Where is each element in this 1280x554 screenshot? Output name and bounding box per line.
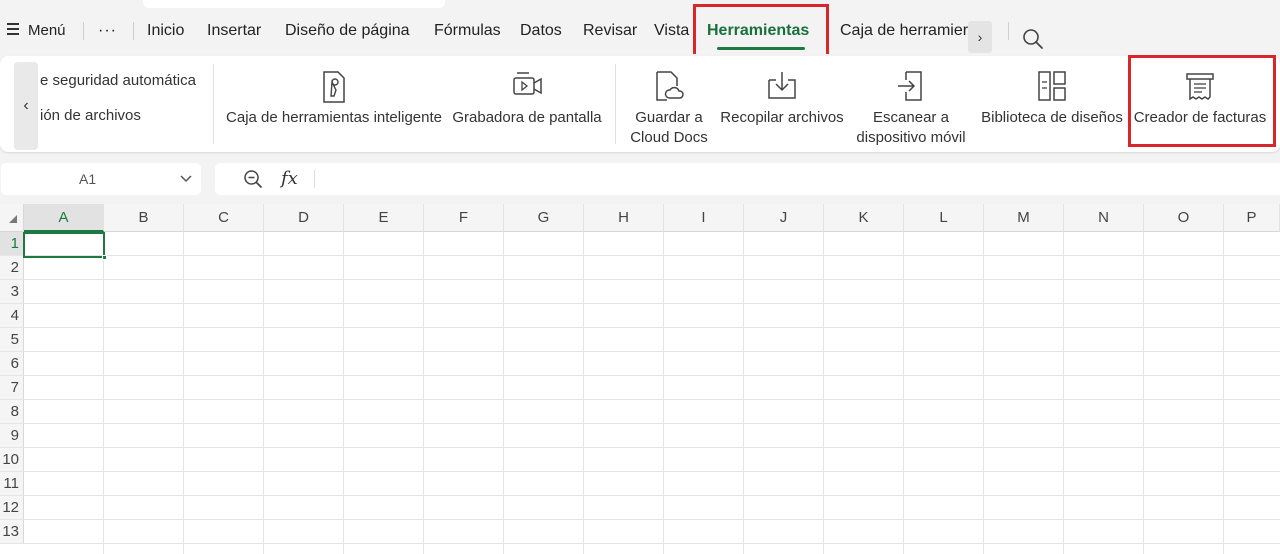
row-header-7[interactable]: 7 [0,376,24,400]
screen-recorder-button[interactable]: Grabadora de pantalla [448,56,606,152]
tab-caja-de-herramientas[interactable]: Caja de herramier [840,8,968,54]
window-tab-strip [0,0,1280,8]
select-all-triangle-icon [9,215,17,223]
column-header-e[interactable]: E [344,204,424,232]
auto-backup-item[interactable]: e seguridad automática [40,72,196,89]
menu-separator [83,22,84,40]
ribbon-scroll-left-button[interactable]: ‹ [14,62,38,150]
herramientas-highlight-box [693,4,829,61]
column-header-h[interactable]: H [584,204,664,232]
row-header-10[interactable]: 10 [0,448,24,472]
hamburger-menu-icon[interactable] [7,23,19,35]
tab-revisar[interactable]: Revisar [583,8,637,54]
more-options-button[interactable]: ··· [98,8,117,54]
invoice-creator-highlight-box [1128,55,1276,147]
chevron-down-icon[interactable] [179,171,193,185]
design-library-icon [1038,71,1066,101]
tab-formulas[interactable]: Fórmulas [434,8,501,54]
collect-files-label: Recopilar archivos [720,109,844,126]
active-cell-a1[interactable] [23,232,107,260]
column-header-l[interactable]: L [904,204,984,232]
menu-button[interactable]: Menú [28,8,66,54]
screen-recorder-icon [513,72,542,95]
screen-recorder-label: Grabadora de pantalla [452,109,602,126]
row-header-3[interactable]: 3 [0,280,24,304]
cell-reference: A1 [79,171,97,187]
cell-gridlines[interactable] [24,232,1280,554]
select-all-button[interactable] [0,204,24,232]
formula-input-area[interactable]: fx [215,163,1280,195]
collect-files-icon [768,72,796,99]
menu-separator [133,22,134,40]
zoom-out-icon[interactable] [243,169,263,189]
smart-toolbox-icon [323,71,345,103]
row-header-11[interactable]: 11 [0,472,24,496]
scan-to-mobile-icon [898,71,922,101]
column-header-b[interactable]: B [104,204,184,232]
scan-to-mobile-label-1: Escanear a [873,109,949,126]
name-box[interactable]: A1 [1,163,201,195]
tab-insertar[interactable]: Insertar [207,8,261,54]
formula-bar: A1 fx [0,154,1280,204]
collect-files-button[interactable]: Recopilar archivos [718,56,846,152]
document-tab[interactable] [143,0,445,8]
column-header-a[interactable]: A [24,204,104,232]
design-library-label: Biblioteca de diseños [981,109,1123,126]
save-to-cloud-label-1: Guardar a [635,109,703,126]
column-header-o[interactable]: O [1144,204,1224,232]
row-header-1[interactable]: 1 [0,232,24,256]
row-header-8[interactable]: 8 [0,400,24,424]
ribbon-panel: ‹ e seguridad automática ión de archivos… [0,56,1280,152]
column-header-n[interactable]: N [1064,204,1144,232]
row-header-12[interactable]: 12 [0,496,24,520]
row-header-9[interactable]: 9 [0,424,24,448]
file-management-item[interactable]: ión de archivos [40,107,141,124]
tabs-scroll-right-button[interactable]: › [968,21,992,53]
row-header-5[interactable]: 5 [0,328,24,352]
ribbon-separator [213,64,214,144]
cloud-save-icon [656,71,684,101]
row-header-4[interactable]: 4 [0,304,24,328]
column-header-m[interactable]: M [984,204,1064,232]
column-header-g[interactable]: G [504,204,584,232]
function-icon[interactable]: fx [281,163,298,195]
tab-vista[interactable]: Vista [654,8,689,54]
save-to-cloud-label-2: Cloud Docs [630,129,708,146]
tab-diseno-de-pagina[interactable]: Diseño de página [285,8,410,54]
spreadsheet-grid: ABCDEFGHIJKLMNOP 1 2 3 4 5 6 7 8 9 10 11 12 13 [0,204,1280,554]
design-library-button[interactable]: Biblioteca de diseños [978,56,1126,152]
ribbon-separator [615,64,616,144]
scan-to-mobile-label-2: dispositivo móvil [856,129,966,146]
smart-toolbox-label: Caja de herramientas inteligente [226,109,442,126]
fill-handle[interactable] [102,255,107,260]
column-header-j[interactable]: J [744,204,824,232]
menu-bar: Menú ··· Inicio Insertar Diseño de págin… [0,8,1280,54]
search-icon[interactable] [1022,28,1044,50]
ribbon: ‹ e seguridad automática ión de archivos… [0,54,1280,154]
formula-separator [314,170,315,188]
tab-datos[interactable]: Datos [520,8,562,54]
column-header-d[interactable]: D [264,204,344,232]
scan-to-mobile-button[interactable]: Escanear a dispositivo móvil [850,56,972,152]
tab-inicio[interactable]: Inicio [147,8,184,54]
row-header-6[interactable]: 6 [0,352,24,376]
column-header-f[interactable]: F [424,204,504,232]
column-header-c[interactable]: C [184,204,264,232]
column-header-i[interactable]: I [664,204,744,232]
smart-toolbox-button[interactable]: Caja de herramientas inteligente [224,56,444,152]
row-header-2[interactable]: 2 [0,256,24,280]
row-header-13[interactable]: 13 [0,520,24,544]
column-header-p[interactable]: P [1224,204,1280,232]
save-to-cloud-docs-button[interactable]: Guardar a Cloud Docs [622,56,716,152]
menu-separator [1008,22,1009,40]
column-header-k[interactable]: K [824,204,904,232]
